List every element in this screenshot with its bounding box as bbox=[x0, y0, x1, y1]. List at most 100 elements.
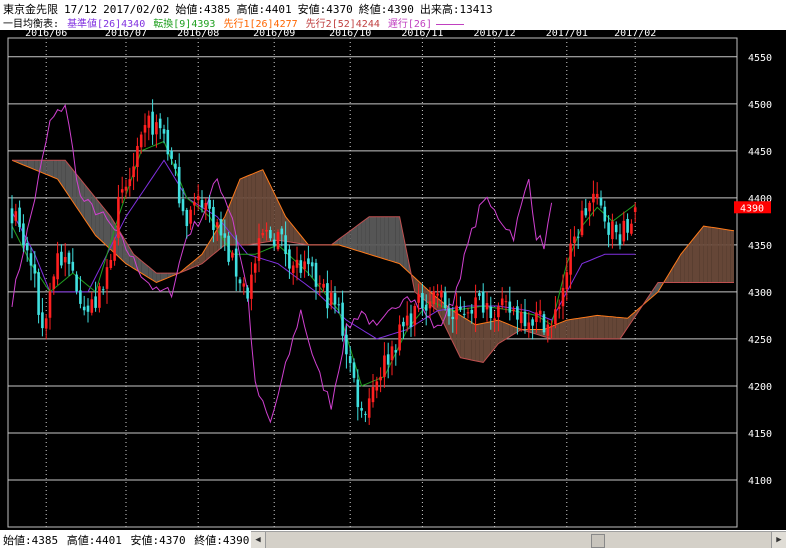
candle-body bbox=[44, 318, 48, 329]
candle-body bbox=[253, 263, 257, 273]
candle-body bbox=[310, 262, 314, 267]
candle-body bbox=[132, 166, 135, 178]
candle-body bbox=[37, 272, 40, 315]
candle-body bbox=[261, 232, 265, 236]
y-tick-label: 4500 bbox=[748, 100, 772, 111]
y-tick-label: 4150 bbox=[748, 429, 772, 440]
candle-body bbox=[614, 224, 618, 233]
candle-body bbox=[405, 315, 409, 326]
candle-body bbox=[386, 354, 390, 365]
cloud-segment bbox=[376, 216, 381, 258]
candle-body bbox=[105, 267, 109, 289]
candle-body bbox=[440, 290, 443, 298]
candle-body bbox=[314, 262, 318, 287]
scroll-thumb[interactable] bbox=[591, 534, 605, 548]
cloud-segment bbox=[384, 216, 389, 261]
candle-body bbox=[136, 145, 139, 167]
candle-body bbox=[299, 260, 303, 273]
candle-body bbox=[584, 208, 588, 216]
candle-body bbox=[592, 193, 595, 203]
candle-body bbox=[398, 324, 401, 351]
candle-body bbox=[580, 210, 584, 236]
candle-body bbox=[436, 293, 439, 296]
candle-body bbox=[519, 312, 523, 324]
cloud-segment bbox=[563, 320, 567, 339]
cloud-segment bbox=[483, 322, 487, 363]
candle-body bbox=[462, 313, 466, 315]
candle-body bbox=[367, 398, 371, 418]
candle-body bbox=[90, 299, 94, 313]
candle-body bbox=[147, 115, 151, 128]
candle-body bbox=[41, 312, 44, 329]
candle-body bbox=[94, 296, 97, 308]
candle-body bbox=[538, 310, 542, 315]
candle-body bbox=[599, 197, 603, 206]
cloud-segment bbox=[726, 229, 731, 283]
cloud-segment bbox=[498, 320, 503, 344]
candle-body bbox=[14, 211, 18, 221]
candle-body bbox=[394, 350, 398, 353]
candle-body bbox=[56, 253, 59, 280]
cloud-segment bbox=[582, 317, 586, 339]
cloud-segment bbox=[42, 160, 47, 175]
candle-body bbox=[489, 306, 493, 318]
scroll-right-icon[interactable]: ▶ bbox=[771, 532, 786, 548]
candle-body bbox=[622, 220, 626, 242]
cloud-segment bbox=[354, 225, 358, 251]
ichimoku-cloud bbox=[12, 160, 734, 363]
candle-body bbox=[447, 308, 451, 317]
cloud-segment bbox=[243, 175, 248, 245]
cloud-segment bbox=[247, 174, 252, 245]
cloud-segment bbox=[601, 315, 605, 339]
candle-body bbox=[607, 222, 610, 235]
cloud-segment bbox=[604, 316, 609, 339]
cloud-segment bbox=[570, 318, 575, 339]
y-tick-label: 4250 bbox=[748, 335, 772, 346]
candle-body bbox=[341, 302, 344, 336]
candle-body bbox=[500, 298, 504, 306]
grid bbox=[7, 37, 738, 528]
chikou-line bbox=[11, 103, 553, 424]
candle-body bbox=[322, 283, 325, 288]
cloud-segment bbox=[616, 317, 620, 339]
cloud-segment bbox=[84, 183, 88, 225]
x-tick-label: 2016/07 bbox=[105, 28, 147, 39]
candle-body bbox=[238, 279, 242, 284]
cloud-segment bbox=[468, 320, 472, 361]
cloud-segment bbox=[677, 254, 681, 283]
candle-body bbox=[630, 223, 633, 234]
cloud-segment bbox=[715, 227, 719, 283]
candle-body bbox=[158, 118, 162, 129]
candle-body bbox=[177, 166, 181, 204]
candle-body bbox=[466, 312, 470, 314]
cloud-segment bbox=[490, 320, 495, 354]
footer-quote: 始値:4385 高値:4401 安値:4370 終値:4390 bbox=[3, 532, 251, 548]
candlestick-chart: 4100415042004250430043504400445045004550… bbox=[7, 28, 772, 528]
candle-body bbox=[193, 202, 196, 206]
candle-body bbox=[379, 376, 382, 381]
cloud-segment bbox=[559, 321, 563, 339]
candle-body bbox=[497, 306, 500, 318]
candle-body bbox=[352, 362, 356, 378]
plot-frame bbox=[7, 37, 738, 528]
cloud-segment bbox=[502, 321, 506, 342]
candle-body bbox=[523, 311, 527, 327]
candle-body bbox=[337, 304, 341, 306]
candle-body bbox=[60, 251, 63, 266]
cloud-segment bbox=[718, 228, 723, 283]
horizontal-scrollbar[interactable]: ◀ ▶ bbox=[251, 531, 786, 548]
candle-body bbox=[185, 209, 189, 227]
cloud-segment bbox=[373, 216, 377, 257]
cloud-segment bbox=[392, 216, 396, 263]
candle-body bbox=[86, 305, 90, 312]
candle-body bbox=[269, 229, 272, 239]
candle-body bbox=[10, 208, 14, 224]
candle-body bbox=[573, 236, 576, 243]
scroll-left-icon[interactable]: ◀ bbox=[251, 532, 266, 548]
cloud-segment bbox=[578, 317, 582, 339]
candle-body bbox=[219, 219, 223, 236]
cloud-segment bbox=[350, 227, 354, 250]
candle-body bbox=[33, 264, 37, 274]
x-tick-label: 2016/09 bbox=[253, 28, 295, 39]
cloud-segment bbox=[722, 229, 727, 283]
